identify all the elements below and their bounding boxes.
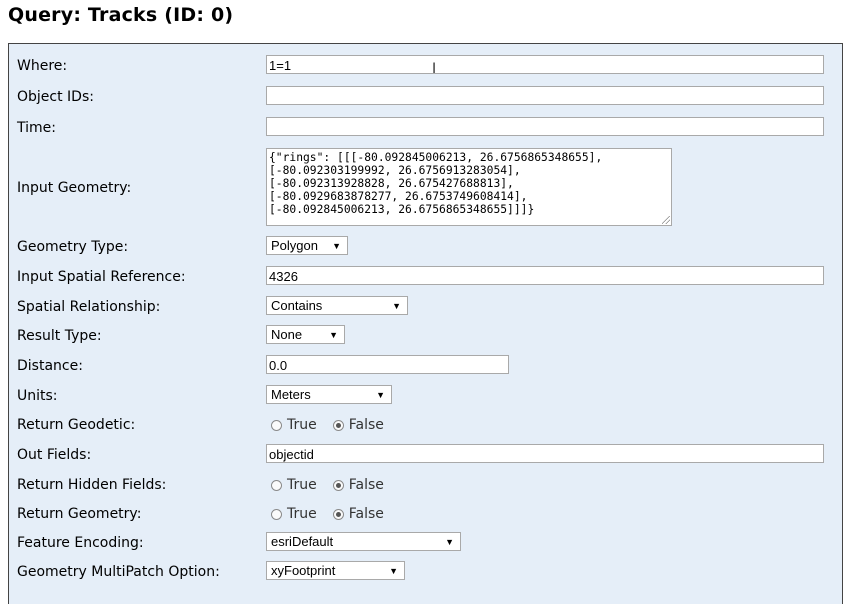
chevron-down-icon: ▼	[392, 301, 401, 311]
return-hidden-fields-false-option[interactable]: False	[332, 477, 384, 493]
spatial-rel-label: Spatial Relationship:	[17, 299, 161, 315]
multipatch-option-label: Geometry MultiPatch Option:	[17, 564, 220, 580]
return-hidden-fields-true-option[interactable]: True	[271, 477, 317, 493]
time-label: Time:	[17, 120, 56, 136]
result-type-label: Result Type:	[17, 328, 102, 344]
radio-label-false: False	[348, 477, 384, 493]
units-label: Units:	[17, 388, 58, 404]
feature-encoding-label: Feature Encoding:	[17, 535, 144, 551]
return-hidden-fields-label: Return Hidden Fields:	[17, 477, 167, 493]
chevron-down-icon: ▼	[329, 330, 338, 340]
object-ids-label: Object IDs:	[17, 89, 94, 105]
radio-button[interactable]	[271, 419, 282, 431]
chevron-down-icon: ▼	[389, 566, 398, 576]
radio-button[interactable]	[271, 508, 282, 520]
result-type-value: None	[271, 327, 303, 342]
input-sr-input[interactable]	[266, 266, 824, 285]
page-title: Query: Tracks (ID: 0)	[8, 4, 234, 26]
return-geodetic-true-option[interactable]: True	[271, 417, 317, 433]
feature-encoding-select[interactable]: esriDefault ▼	[266, 532, 461, 551]
distance-label: Distance:	[17, 358, 83, 374]
return-geometry-radio-group: True False	[271, 506, 400, 522]
radio-button-checked[interactable]	[332, 508, 344, 520]
feature-encoding-value: esriDefault	[271, 534, 334, 549]
return-geometry-true-option[interactable]: True	[271, 506, 317, 522]
result-type-select[interactable]: None ▼	[266, 325, 345, 344]
radio-button-checked[interactable]	[332, 419, 344, 431]
radio-label-true: True	[287, 417, 317, 433]
return-geometry-label: Return Geometry:	[17, 506, 142, 522]
radio-label-false: False	[348, 506, 384, 522]
resize-grip-icon[interactable]	[662, 216, 670, 224]
chevron-down-icon: ▼	[332, 241, 341, 251]
return-geodetic-radio-group: True False	[271, 417, 400, 433]
time-input[interactable]	[266, 117, 824, 136]
input-geometry-label: Input Geometry:	[17, 180, 132, 196]
input-sr-label: Input Spatial Reference:	[17, 269, 186, 285]
return-hidden-fields-radio-group: True False	[271, 477, 400, 493]
units-select[interactable]: Meters ▼	[266, 385, 392, 404]
spatial-rel-select[interactable]: Contains ▼	[266, 296, 408, 315]
radio-button[interactable]	[271, 479, 282, 491]
out-fields-input[interactable]	[266, 444, 824, 463]
object-ids-input[interactable]	[266, 86, 824, 105]
geometry-type-value: Polygon	[271, 238, 318, 253]
distance-input[interactable]	[266, 355, 509, 374]
return-geometry-false-option[interactable]: False	[332, 506, 384, 522]
radio-label-true: True	[287, 506, 317, 522]
spatial-rel-value: Contains	[271, 298, 323, 313]
geometry-type-select[interactable]: Polygon ▼	[266, 236, 348, 255]
chevron-down-icon: ▼	[445, 537, 454, 547]
input-geometry-textarea[interactable]: {"rings": [[[-80.092845006213, 26.675686…	[266, 148, 672, 226]
radio-label-true: True	[287, 477, 317, 493]
geometry-type-label: Geometry Type:	[17, 239, 129, 255]
multipatch-option-select[interactable]: xyFootprint ▼	[266, 561, 405, 580]
return-geodetic-label: Return Geodetic:	[17, 417, 136, 433]
chevron-down-icon: ▼	[376, 390, 385, 400]
units-value: Meters	[271, 387, 311, 402]
where-input[interactable]	[266, 55, 824, 74]
return-geodetic-false-option[interactable]: False	[332, 417, 384, 433]
out-fields-label: Out Fields:	[17, 447, 92, 463]
radio-label-false: False	[348, 417, 384, 433]
radio-button-checked[interactable]	[332, 479, 344, 491]
where-label: Where:	[17, 58, 68, 74]
text-cursor-icon: I	[432, 61, 437, 77]
query-form: Where: Object IDs: Time: Input Geometry:…	[8, 43, 843, 604]
multipatch-option-value: xyFootprint	[271, 563, 336, 578]
